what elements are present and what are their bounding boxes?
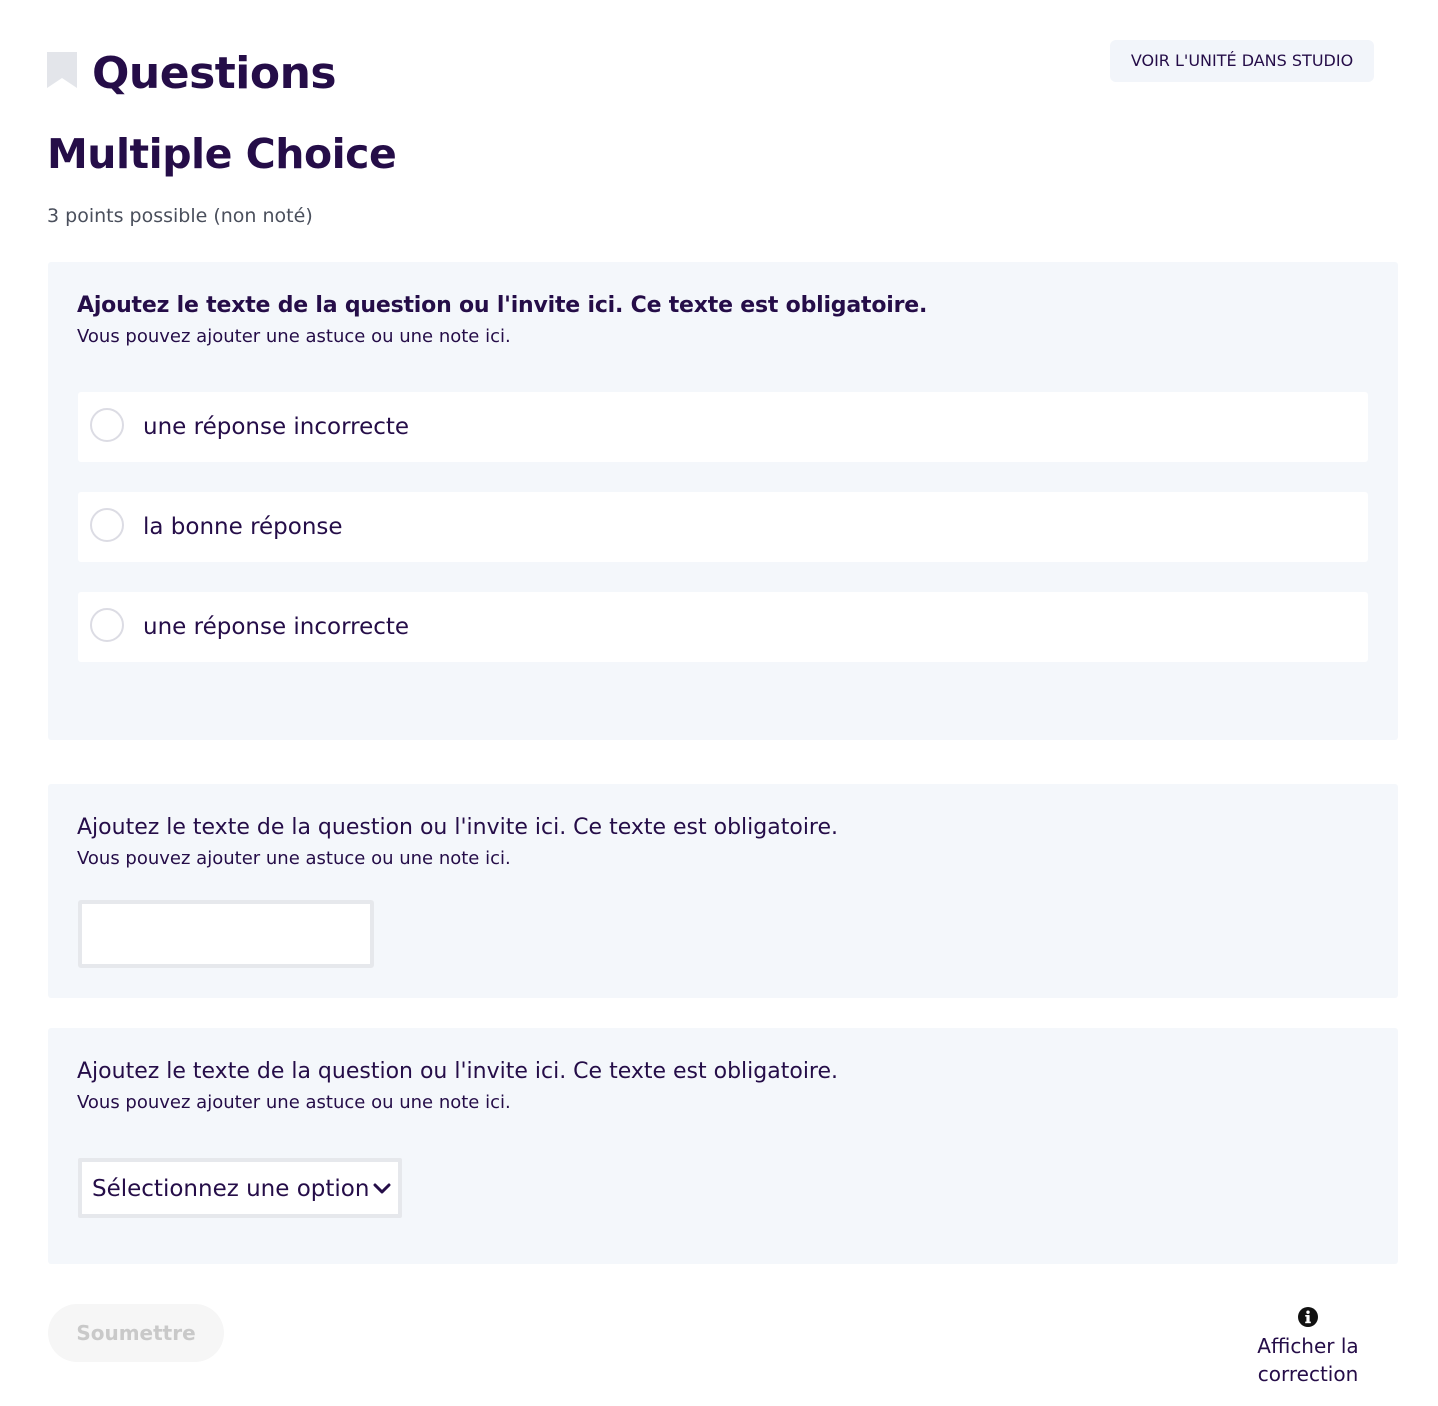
points-possible: 3 points possible (non noté) [47,205,313,227]
radio-button[interactable] [90,508,124,542]
problem-title: Multiple Choice [47,130,397,178]
view-in-studio-button[interactable]: VOIR L'UNITÉ DANS STUDIO [1110,40,1374,82]
question-hint: Vous pouvez ajouter une astuce ou une no… [77,848,511,869]
question-card-multiple-choice: Ajoutez le texte de la question ou l'inv… [48,262,1398,740]
question-card-dropdown: Ajoutez le texte de la question ou l'inv… [48,1028,1398,1264]
bookmark-icon[interactable] [47,52,77,88]
question-prompt: Ajoutez le texte de la question ou l'inv… [77,1059,839,1084]
choice-label: la bonne réponse [143,514,343,540]
page-title: Questions [92,48,337,99]
question-prompt: Ajoutez le texte de la question ou l'inv… [77,815,839,840]
problem-page: Questions VOIR L'UNITÉ DANS STUDIO Multi… [0,0,1438,1406]
question-card-text-input: Ajoutez le texte de la question ou l'inv… [48,784,1398,998]
info-icon [1298,1307,1318,1327]
radio-button[interactable] [90,408,124,442]
choice-label: une réponse incorrecte [143,614,410,640]
choice-option[interactable]: une réponse incorrecte [78,392,1368,462]
show-answer-label: Afficher la correction [1257,1334,1359,1386]
answer-dropdown-select[interactable]: Sélectionnez une option [78,1158,402,1218]
select-value: Sélectionnez une option [92,1176,370,1202]
submit-button[interactable]: Soumettre [48,1304,224,1362]
chevron-down-icon [373,1183,391,1194]
show-answer-button[interactable]: Afficher la correction [1240,1306,1376,1388]
question-hint: Vous pouvez ajouter une astuce ou une no… [77,326,511,347]
choice-option[interactable]: la bonne réponse [78,492,1368,562]
question-hint: Vous pouvez ajouter une astuce ou une no… [77,1092,511,1113]
choice-option[interactable]: une réponse incorrecte [78,592,1368,662]
choice-label: une réponse incorrecte [143,414,410,440]
answer-text-input[interactable] [78,900,374,968]
question-prompt: Ajoutez le texte de la question ou l'inv… [77,293,928,318]
radio-button[interactable] [90,608,124,642]
